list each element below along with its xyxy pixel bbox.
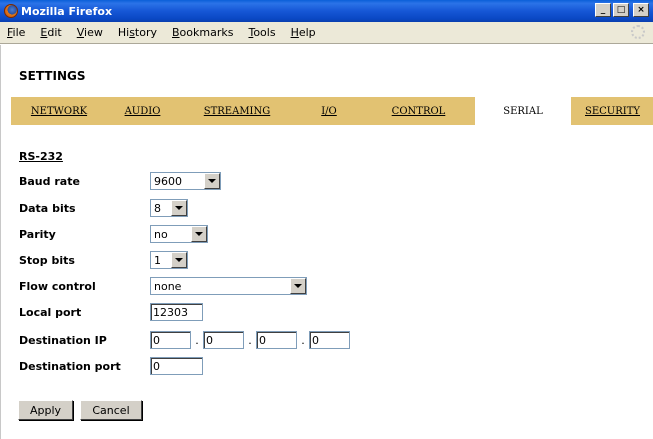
row-destination-port: Destination port 0: [19, 356, 203, 376]
menu-bookmarks[interactable]: Bookmarks: [171, 25, 234, 40]
tab-io[interactable]: I/O: [296, 97, 362, 125]
menu-help[interactable]: Help: [290, 25, 317, 40]
cancel-button[interactable]: Cancel: [80, 400, 142, 420]
row-stop-bits: Stop bits 1: [19, 250, 188, 270]
menu-edit[interactable]: Edit: [39, 25, 62, 40]
tab-security[interactable]: SECURITY: [571, 97, 653, 125]
menu-file[interactable]: File: [6, 25, 26, 40]
menu-view[interactable]: View: [76, 25, 104, 40]
data-bits-select[interactable]: 8: [150, 199, 188, 217]
row-flow-control: Flow control none: [19, 276, 307, 296]
parity-value: no: [154, 227, 168, 241]
parity-select[interactable]: no: [150, 225, 208, 243]
stop-bits-value: 1: [154, 253, 161, 267]
menu-tools[interactable]: Tools: [247, 25, 276, 40]
tab-control[interactable]: CONTROL: [362, 97, 475, 125]
destination-ip-label: Destination IP: [19, 333, 107, 347]
menu-history[interactable]: History: [117, 25, 158, 40]
window-title: Mozilla Firefox: [21, 4, 113, 18]
page-title: SETTINGS: [19, 69, 86, 83]
chevron-down-icon[interactable]: [171, 200, 187, 216]
row-data-bits: Data bits 8: [19, 198, 188, 218]
flow-control-label: Flow control: [19, 279, 96, 293]
flow-control-select[interactable]: none: [150, 277, 307, 295]
chevron-down-icon[interactable]: [191, 226, 207, 242]
data-bits-label: Data bits: [19, 201, 76, 215]
destination-port-label: Destination port: [19, 359, 121, 373]
page-content: SETTINGS NETWORK AUDIO STREAMING I/O CON…: [0, 45, 653, 439]
row-destination-ip: Destination IP 0 . 0 . 0 . 0: [19, 330, 350, 350]
firefox-icon: [4, 4, 18, 18]
title-bar: Mozilla Firefox _ □ ×: [0, 0, 653, 22]
chevron-down-icon[interactable]: [171, 252, 187, 268]
section-title-rs232: RS-232: [19, 150, 63, 163]
baud-rate-value: 9600: [154, 174, 182, 188]
apply-button[interactable]: Apply: [18, 400, 73, 420]
chevron-down-icon[interactable]: [290, 278, 306, 294]
data-bits-value: 8: [154, 201, 161, 215]
baud-rate-select[interactable]: 9600: [150, 172, 221, 190]
destination-port-input[interactable]: 0: [150, 357, 203, 375]
tab-audio[interactable]: AUDIO: [107, 97, 178, 125]
destination-ip-octet-4[interactable]: 0: [309, 331, 350, 349]
maximize-button[interactable]: □: [613, 3, 629, 17]
local-port-input[interactable]: 12303: [150, 303, 203, 321]
row-local-port: Local port 12303: [19, 302, 203, 322]
local-port-label: Local port: [19, 305, 82, 319]
throbber-icon: [631, 25, 645, 39]
parity-label: Parity: [19, 227, 56, 241]
minimize-icon: _: [600, 4, 606, 15]
flow-control-value: none: [154, 279, 182, 293]
tab-streaming[interactable]: STREAMING: [178, 97, 296, 125]
row-baud-rate: Baud rate 9600: [19, 171, 221, 191]
tab-bar: NETWORK AUDIO STREAMING I/O CONTROL SERI…: [11, 97, 653, 125]
destination-ip-octet-2[interactable]: 0: [203, 331, 244, 349]
tab-serial[interactable]: SERIAL: [475, 97, 571, 125]
tab-network[interactable]: NETWORK: [11, 97, 107, 125]
stop-bits-label: Stop bits: [19, 253, 75, 267]
ip-separator: .: [248, 333, 252, 347]
close-icon: ×: [637, 4, 645, 15]
ip-separator: .: [301, 333, 305, 347]
destination-ip-octet-3[interactable]: 0: [256, 331, 297, 349]
ip-separator: .: [195, 333, 199, 347]
menu-bar: File Edit View History Bookmarks Tools H…: [0, 22, 653, 44]
maximize-icon: □: [616, 4, 626, 15]
minimize-button[interactable]: _: [595, 3, 611, 17]
baud-rate-label: Baud rate: [19, 174, 80, 188]
destination-ip-octet-1[interactable]: 0: [150, 331, 191, 349]
stop-bits-select[interactable]: 1: [150, 251, 188, 269]
close-button[interactable]: ×: [633, 3, 649, 17]
chevron-down-icon[interactable]: [204, 173, 220, 189]
row-parity: Parity no: [19, 224, 208, 244]
